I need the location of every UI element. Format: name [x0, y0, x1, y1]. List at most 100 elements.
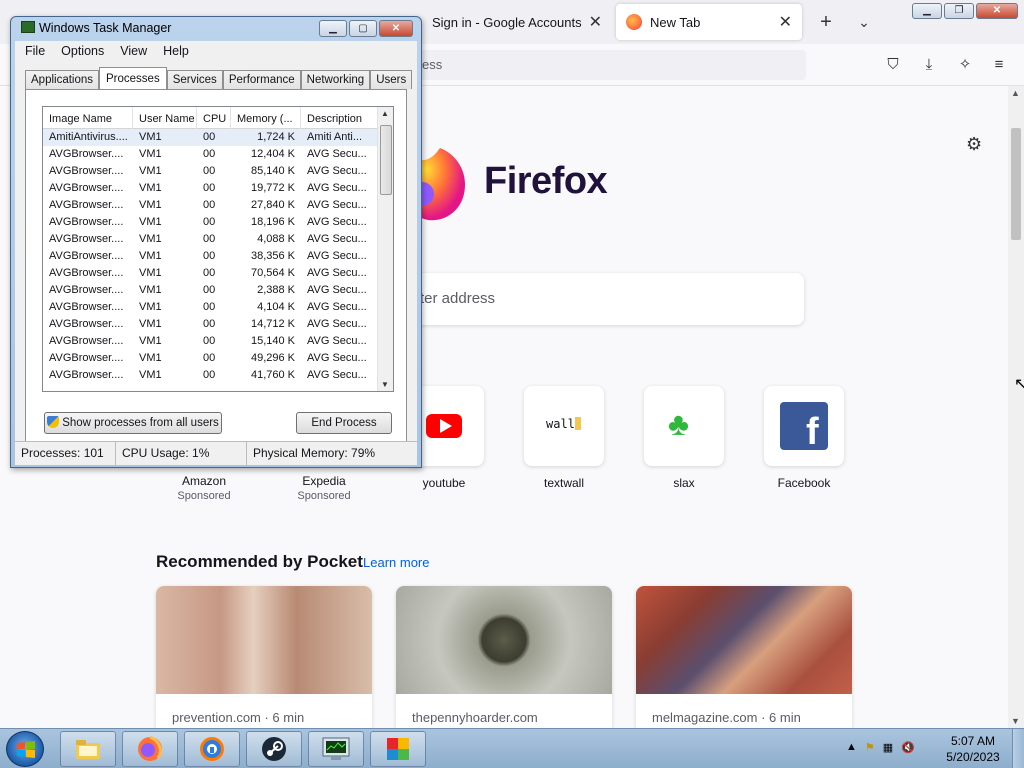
column-cpu[interactable]: CPU: [197, 107, 231, 129]
top-site-expedia[interactable]: Expedia Sponsored: [269, 474, 379, 502]
scroll-up-icon[interactable]: ▲: [381, 109, 389, 118]
process-row[interactable]: AVGBrowser.... VM1 00 19,772 K AVG Secu...: [43, 180, 379, 197]
process-row[interactable]: AVGBrowser.... VM1 00 4,104 K AVG Secu...: [43, 299, 379, 316]
clock[interactable]: 5:07 AM 5/20/2023: [940, 733, 1006, 765]
close-window-button[interactable]: ✕: [976, 3, 1018, 19]
pocket-icon[interactable]: ⛉: [884, 56, 902, 74]
minimize-button[interactable]: ▁: [912, 3, 942, 19]
process-image-name: AVGBrowser....: [49, 301, 124, 313]
top-site-textwall[interactable]: wall textwall: [509, 386, 619, 490]
search-input[interactable]: ter address: [400, 273, 804, 325]
new-tab-plus-icon[interactable]: +: [812, 8, 840, 36]
process-list[interactable]: Image Name User Name CPU Memory (... Des…: [42, 106, 394, 392]
process-cpu: 00: [203, 284, 216, 296]
process-row[interactable]: AVGBrowser.... VM1 00 49,296 K AVG Secu...: [43, 350, 379, 367]
taskbar-avast-browser[interactable]: [184, 731, 240, 767]
process-memory: 41,760 K: [250, 369, 295, 381]
textwall-tile[interactable]: wall: [524, 386, 604, 466]
process-row[interactable]: AVGBrowser.... VM1 00 41,760 K AVG Secu...: [43, 367, 379, 384]
tab-new-tab[interactable]: New Tab ✕: [616, 4, 802, 40]
process-memory: 2,388 K: [257, 284, 295, 296]
start-button[interactable]: [6, 731, 44, 767]
process-image-name: AVGBrowser....: [49, 369, 124, 381]
svg-text:f: f: [806, 411, 819, 453]
extensions-icon[interactable]: ✧: [956, 56, 974, 74]
minimize-button[interactable]: ▁: [319, 20, 347, 37]
tab-networking[interactable]: Networking: [300, 70, 371, 89]
process-row[interactable]: AVGBrowser.... VM1 00 85,140 K AVG Secu...: [43, 163, 379, 180]
pocket-card[interactable]: prevention.com · 6 min: [156, 586, 372, 728]
process-row[interactable]: AVGBrowser.... VM1 00 12,404 K AVG Secu...: [43, 146, 379, 163]
top-site-amazon[interactable]: Amazon Sponsored: [149, 474, 259, 502]
close-tab-icon[interactable]: ✕: [589, 12, 602, 32]
tab-performance[interactable]: Performance: [222, 70, 301, 89]
tab-applications[interactable]: Applications: [25, 70, 100, 89]
hamburger-menu-icon[interactable]: ≡: [990, 56, 1008, 74]
menu-options[interactable]: Options: [61, 44, 104, 58]
process-row[interactable]: AVGBrowser.... VM1 00 4,088 K AVG Secu...: [43, 231, 379, 248]
downloads-icon[interactable]: ⤓: [920, 56, 938, 74]
end-process-button[interactable]: End Process: [296, 412, 392, 434]
process-row[interactable]: AVGBrowser.... VM1 00 18,196 K AVG Secu...: [43, 214, 379, 231]
scroll-up-icon[interactable]: ▲: [1011, 88, 1020, 98]
list-all-tabs-chevron-icon[interactable]: ⌄: [850, 8, 878, 36]
pocket-card[interactable]: melmagazine.com · 6 min: [636, 586, 852, 728]
menu-help[interactable]: Help: [163, 44, 189, 58]
scroll-down-icon[interactable]: ▼: [381, 380, 389, 389]
action-center-flag-icon[interactable]: ⚑: [865, 741, 875, 754]
taskbar-firefox[interactable]: [122, 731, 178, 767]
volume-muted-icon[interactable]: 🔇: [901, 741, 915, 754]
facebook-tile[interactable]: f: [764, 386, 844, 466]
learn-more-link[interactable]: Learn more: [363, 555, 429, 570]
network-icon[interactable]: ▦: [883, 741, 893, 754]
taskbar-explorer[interactable]: [60, 731, 116, 767]
story-source: prevention.com · 6 min: [172, 710, 305, 725]
scrollbar-thumb[interactable]: [1011, 128, 1021, 240]
slax-tile[interactable]: ♣: [644, 386, 724, 466]
maximize-button[interactable]: ▢: [349, 20, 377, 37]
restore-button[interactable]: ❐: [944, 3, 974, 19]
column-image-name[interactable]: Image Name: [43, 107, 133, 129]
page-scrollbar[interactable]: ▲ ▼: [1008, 86, 1024, 728]
taskbar-task-manager[interactable]: [308, 731, 364, 767]
pocket-card[interactable]: thepennyhoarder.com: [396, 586, 612, 728]
tab-services[interactable]: Services: [166, 70, 223, 89]
menu-file[interactable]: File: [25, 44, 45, 58]
taskbar-avg[interactable]: [370, 731, 426, 767]
process-image-name: AVGBrowser....: [49, 318, 124, 330]
column-description[interactable]: Description: [301, 107, 379, 129]
tab-processes[interactable]: Processes: [99, 67, 167, 89]
taskbar-steam[interactable]: [246, 731, 302, 767]
menu-view[interactable]: View: [120, 44, 147, 58]
tab-users[interactable]: Users: [370, 70, 413, 89]
process-row[interactable]: AVGBrowser.... VM1 00 14,712 K AVG Secu...: [43, 316, 379, 333]
url-bar[interactable]: ess: [410, 50, 806, 80]
scrollbar-thumb[interactable]: [380, 125, 392, 195]
process-user-name: VM1: [139, 335, 162, 347]
settings-gear-icon[interactable]: ⚙: [966, 134, 982, 155]
close-tab-icon[interactable]: ✕: [779, 12, 792, 32]
process-cpu: 00: [203, 148, 216, 160]
top-site-slax[interactable]: ♣ slax: [629, 386, 739, 490]
process-row[interactable]: AVGBrowser.... VM1 00 38,356 K AVG Secu...: [43, 248, 379, 265]
process-row[interactable]: AVGBrowser.... VM1 00 15,140 K AVG Secu...: [43, 333, 379, 350]
process-description: AVG Secu...: [307, 267, 367, 279]
close-button[interactable]: ✕: [379, 20, 413, 37]
process-row[interactable]: AVGBrowser.... VM1 00 70,564 K AVG Secu...: [43, 265, 379, 282]
windows-logo-icon: [17, 741, 35, 758]
tab-google-signin[interactable]: Sign in - Google Accounts ✕: [422, 4, 612, 40]
column-user-name[interactable]: User Name: [133, 107, 197, 129]
column-memory[interactable]: Memory (...: [231, 107, 301, 129]
process-row[interactable]: AmitiAntivirus.... VM1 00 1,724 K Amiti Anti…: [43, 129, 379, 146]
show-desktop-button[interactable]: [1012, 729, 1024, 768]
scroll-down-icon[interactable]: ▼: [1011, 716, 1020, 726]
show-all-processes-button[interactable]: Show processes from all users: [44, 412, 222, 434]
process-user-name: VM1: [139, 284, 162, 296]
top-site-facebook[interactable]: f Facebook: [749, 386, 859, 490]
process-row[interactable]: AVGBrowser.... VM1 00 27,840 K AVG Secu...: [43, 197, 379, 214]
process-description: AVG Secu...: [307, 335, 367, 347]
process-description: AVG Secu...: [307, 165, 367, 177]
show-hidden-icons-chevron-icon[interactable]: ▲: [846, 741, 857, 754]
process-list-scrollbar[interactable]: ▲ ▼: [377, 107, 393, 391]
process-row[interactable]: AVGBrowser.... VM1 00 2,388 K AVG Secu...: [43, 282, 379, 299]
